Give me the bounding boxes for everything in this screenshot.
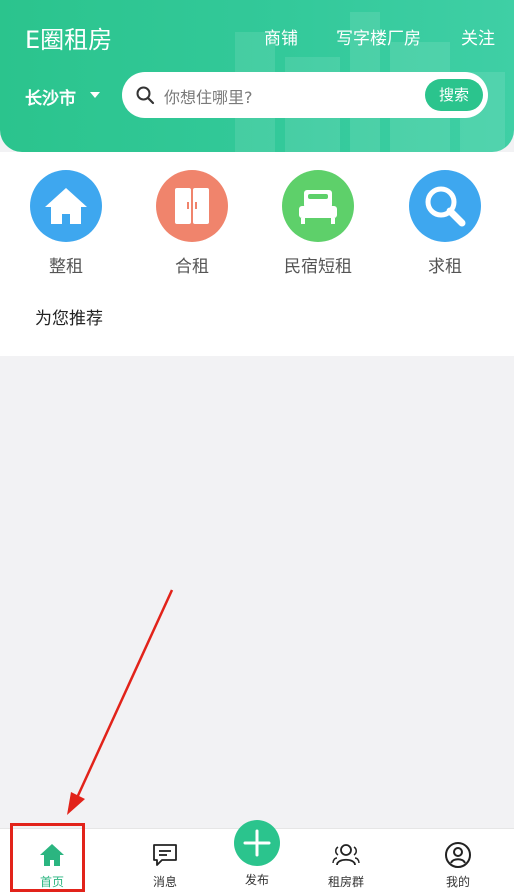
message-icon: [153, 844, 177, 866]
tab-label: 我的: [445, 875, 470, 889]
profile-icon: [445, 842, 471, 868]
group-icon: [332, 844, 360, 866]
tab-label: 消息: [152, 875, 177, 889]
annotation-arrow: [67, 589, 174, 815]
publish-label: 发布: [244, 873, 269, 887]
publish-button[interactable]: [234, 820, 280, 866]
plus-icon: [243, 829, 271, 857]
tab-rent-group[interactable]: 租房群: [306, 829, 386, 895]
tab-mine[interactable]: 我的: [418, 829, 498, 895]
tab-messages[interactable]: 消息: [125, 829, 205, 895]
tab-label: 租房群: [327, 875, 364, 889]
annotation-highlight-box: [10, 823, 85, 892]
